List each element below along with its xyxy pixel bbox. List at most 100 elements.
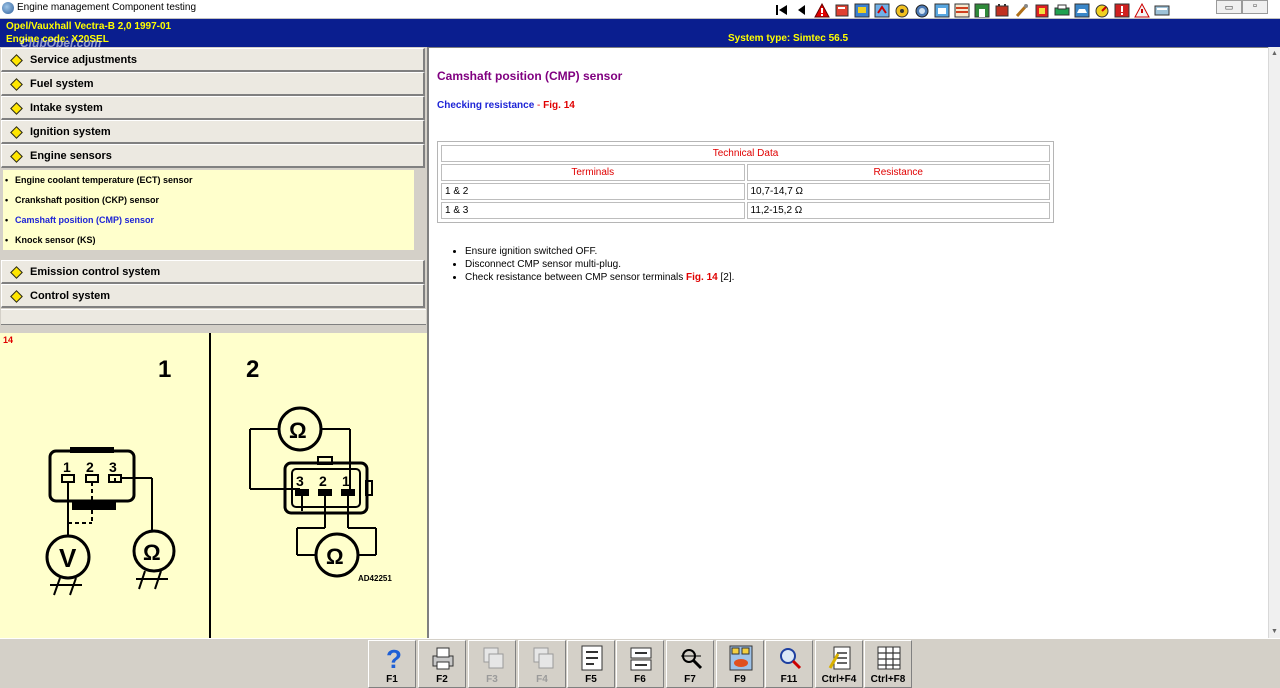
- svg-text:?: ?: [386, 644, 402, 672]
- scroll-up-icon[interactable]: ▲: [1271, 50, 1278, 57]
- wiring-icon[interactable]: [952, 1, 972, 19]
- f9-component-button[interactable]: F9: [716, 640, 764, 688]
- group-intake-system[interactable]: Intake system: [1, 96, 425, 120]
- group-ignition-system[interactable]: Ignition system: [1, 120, 425, 144]
- garage-icon[interactable]: [972, 1, 992, 19]
- table-cell: 11,2-15,2 Ω: [746, 202, 1050, 219]
- wheel-icon[interactable]: [892, 1, 912, 19]
- key-label: Ctrl+F4: [821, 674, 857, 685]
- ctrl-f4-notes-button[interactable]: Ctrl+F4: [815, 640, 863, 688]
- ohmmeter-label: Ω: [143, 540, 161, 565]
- title-bar: Engine management Component testing ▭ ▫: [0, 0, 1280, 19]
- maximize-icon[interactable]: ▫: [1242, 0, 1268, 14]
- print-icon-top[interactable]: [1052, 1, 1072, 19]
- minimize-button[interactable]: ▭: [1216, 0, 1242, 14]
- group-label: Control system: [30, 290, 111, 302]
- f5-diagram-button[interactable]: F5: [567, 640, 615, 688]
- content-pane: Camshaft position (CMP) sensor Checking …: [427, 47, 1268, 638]
- table-caption: Technical Data: [441, 145, 1050, 162]
- figure-number: 14: [3, 335, 14, 345]
- group-control-system[interactable]: Control system: [1, 284, 425, 308]
- table-row: 1 & 3 11,2-15,2 Ω: [441, 202, 1050, 219]
- vehicle-header: Opel/Vauxhall Vectra-B 2,0 1997-01 Engin…: [0, 19, 1280, 50]
- list-item-knock-sensor[interactable]: Knock sensor (KS): [5, 235, 95, 245]
- f3-button[interactable]: F3: [468, 640, 516, 688]
- search-icon: [780, 648, 802, 670]
- key-label: F2: [436, 674, 448, 685]
- diamond-icon: [10, 54, 23, 67]
- diamond-icon: [10, 150, 23, 163]
- f7-button[interactable]: F7: [666, 640, 714, 688]
- f2-print-button[interactable]: F2: [418, 640, 466, 688]
- car-icon[interactable]: [1072, 1, 1092, 19]
- table-cell: 10,7-14,7 Ω: [746, 183, 1050, 200]
- diamond-icon: [10, 290, 23, 303]
- tools-icon[interactable]: [1012, 1, 1032, 19]
- group-service-adjustments[interactable]: Service adjustments: [1, 48, 425, 72]
- repair-book-icon[interactable]: [832, 1, 852, 19]
- first-record-icon[interactable]: [772, 1, 792, 19]
- list-item-ckp-sensor[interactable]: Crankshaft position (CKP) sensor: [5, 195, 159, 205]
- notes-icon: [828, 646, 851, 670]
- fuse-icon[interactable]: [852, 1, 872, 19]
- system-type: System type: Simtec 56.5: [728, 33, 849, 44]
- procedure-separator: -: [534, 100, 544, 111]
- ohmmeter-label: Ω: [326, 544, 344, 569]
- list-item-cmp-sensor[interactable]: Camshaft position (CMP) sensor: [5, 215, 154, 225]
- procedure-label: Checking resistance: [437, 100, 535, 111]
- battery-icon[interactable]: [992, 1, 1012, 19]
- key-label: F9: [734, 674, 746, 685]
- app-window: Engine management Component testing ▭ ▫: [0, 0, 1280, 688]
- f11-search-button[interactable]: F11: [765, 640, 813, 688]
- engine-icon[interactable]: [932, 1, 952, 19]
- message-icon[interactable]: [1132, 1, 1152, 19]
- alert-icon[interactable]: [1112, 1, 1132, 19]
- help-icon: ?: [386, 644, 402, 672]
- list-item: Check resistance between CMP sensor term…: [465, 271, 734, 284]
- info-icon[interactable]: [1152, 1, 1172, 19]
- f4-button[interactable]: F4: [518, 640, 566, 688]
- group-engine-sensors[interactable]: Engine sensors: [1, 144, 425, 168]
- group-emission-control-system[interactable]: Emission control system: [1, 260, 425, 284]
- figure-link[interactable]: Fig. 14: [686, 272, 718, 283]
- page-title: Camshaft position (CMP) sensor: [437, 69, 623, 83]
- ctrl-f8-table-button[interactable]: Ctrl+F8: [864, 640, 912, 688]
- figure-panel-2-label: 2: [246, 356, 259, 383]
- key-label: F11: [780, 674, 798, 685]
- procedure-heading: Checking resistance - Fig. 14: [437, 100, 575, 111]
- figure-panel: 1 2 1 2 3 V Ω Ω 3 2 1 Ω AD42251 14: [0, 333, 427, 638]
- table-cell: 1 & 2: [441, 183, 745, 200]
- group-fuel-system[interactable]: Fuel system: [1, 72, 425, 96]
- tyre-icon[interactable]: [912, 1, 932, 19]
- list-item-ect-sensor[interactable]: Engine coolant temperature (ECT) sensor: [5, 175, 193, 185]
- technical-data-table: Technical Data Terminals Resistance 1 & …: [437, 141, 1054, 223]
- electrical-icon[interactable]: [872, 1, 892, 19]
- step-text: Check resistance between CMP sensor term…: [465, 272, 687, 283]
- pin-label: 2: [319, 473, 327, 489]
- figure-link[interactable]: Fig. 14: [543, 100, 575, 111]
- diamond-icon: [10, 78, 23, 91]
- previous-record-icon[interactable]: [792, 1, 812, 19]
- group-label: Engine sensors: [30, 150, 112, 162]
- vertical-scrollbar[interactable]: ▲ ▼: [1268, 47, 1280, 638]
- step-text: Disconnect CMP sensor multi-plug.: [465, 259, 621, 270]
- f1-help-button[interactable]: ? F1: [368, 640, 416, 688]
- key-label: F1: [386, 674, 398, 685]
- group-label: Intake system: [30, 102, 103, 114]
- group-label: Fuel system: [30, 78, 94, 90]
- connector-icon: [630, 647, 652, 671]
- vehicle-info: Opel/Vauxhall Vectra-B 2,0 1997-01: [6, 21, 172, 32]
- group-label: Emission control system: [30, 266, 161, 278]
- wiring-figure: 1 2 1 2 3 V Ω Ω 3 2 1 Ω AD42251: [45, 333, 392, 638]
- f6-connector-button[interactable]: F6: [616, 640, 664, 688]
- step-suffix: [2].: [717, 272, 735, 283]
- group-label: Service adjustments: [30, 54, 137, 66]
- function-key-bar: ? F1 F2 F3 F4 F5 F6 F7 F9 F11 Ctrl+F4 Ct…: [0, 638, 1280, 688]
- navigation-panel: Service adjustments Fuel system Intake s…: [0, 47, 427, 331]
- scroll-down-icon[interactable]: ▼: [1271, 628, 1278, 635]
- key-label: F4: [536, 674, 548, 685]
- warning-triangle-icon[interactable]: [812, 1, 832, 19]
- gauge-icon[interactable]: [1092, 1, 1112, 19]
- clipboard-icon[interactable]: [1032, 1, 1052, 19]
- pin-label: 2: [86, 459, 94, 475]
